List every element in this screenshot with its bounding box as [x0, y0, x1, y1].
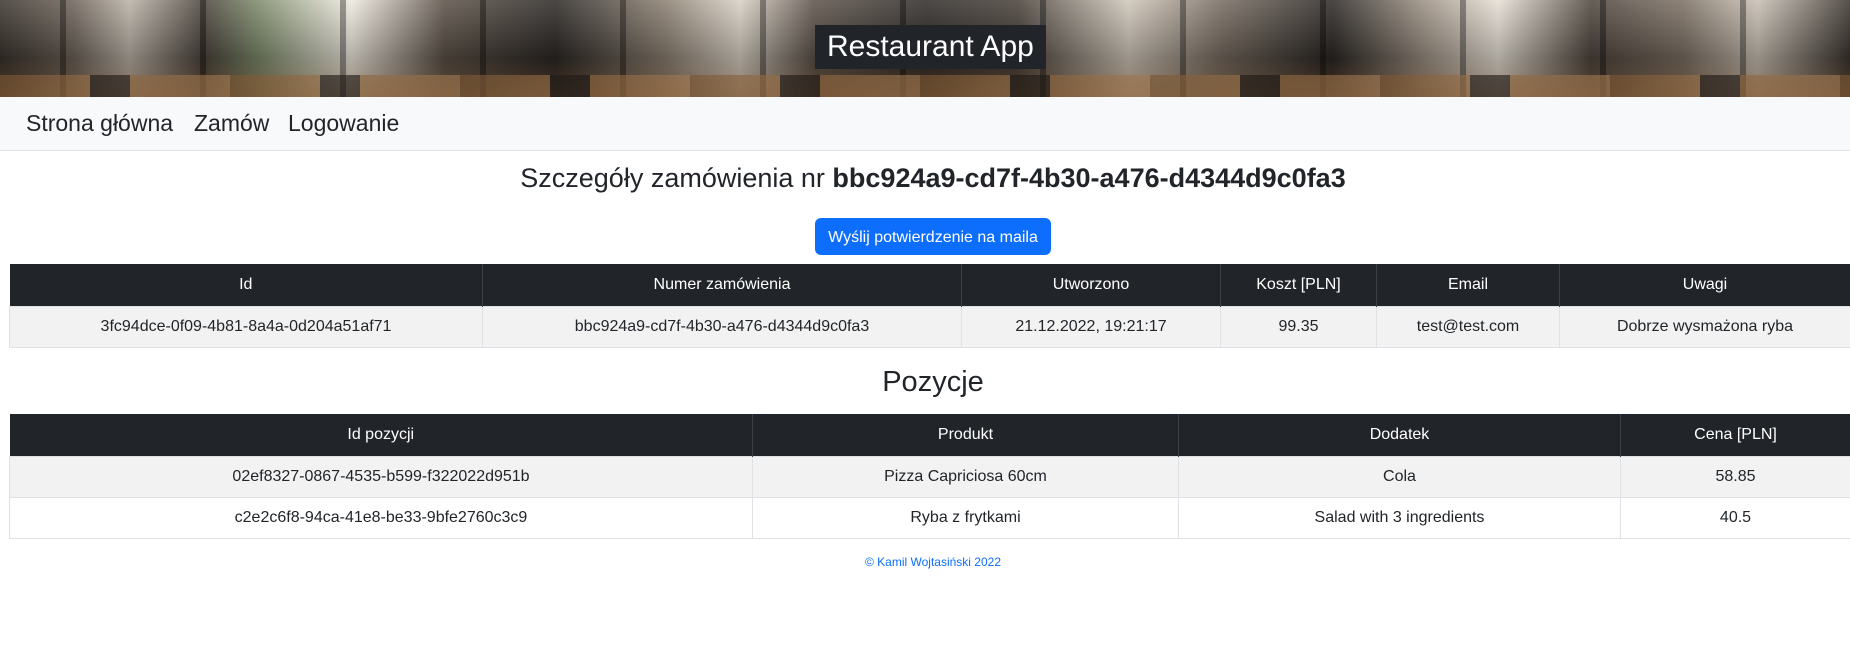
cell-created: 21.12.2022, 19:21:17 — [961, 306, 1221, 348]
table-header-row: Id Numer zamówienia Utworzono Koszt [PLN… — [9, 264, 1850, 307]
footer-copyright: © Kamil Wojtasiński 2022 — [864, 555, 1001, 569]
column-header-product: Produkt — [752, 414, 1179, 457]
cell-product: Pizza Capriciosa 60cm — [752, 456, 1179, 498]
cell-addon: Salad with 3 ingredients — [1178, 497, 1621, 539]
column-header-email: Email — [1376, 264, 1560, 307]
page-title-order-number: bbc924a9-cd7f-4b30-a476-d4344d9c0fa3 — [832, 163, 1346, 193]
cell-addon: Cola — [1178, 456, 1621, 498]
column-header-addon: Dodatek — [1178, 414, 1621, 457]
table-row: 3fc94dce-0f09-4b81-8a4a-0d204a51af71 bbc… — [9, 306, 1850, 348]
cell-order-number: bbc924a9-cd7f-4b30-a476-d4344d9c0fa3 — [482, 306, 962, 348]
column-header-id: Id — [9, 264, 483, 307]
nav-link-login[interactable]: Logowanie — [288, 110, 399, 137]
cell-id: 3fc94dce-0f09-4b81-8a4a-0d204a51af71 — [9, 306, 483, 348]
column-header-cost: Koszt [PLN] — [1220, 264, 1377, 307]
cell-email: test@test.com — [1376, 306, 1560, 348]
column-header-created: Utworzono — [961, 264, 1221, 307]
column-header-position-id: Id pozycji — [9, 414, 753, 457]
page-title-prefix: Szczegóły zamówienia nr — [520, 163, 825, 193]
header-banner: Restaurant App — [0, 0, 1850, 97]
cell-position-id: c2e2c6f8-94ca-41e8-be33-9bfe2760c3c9 — [9, 497, 753, 539]
nav-link-order[interactable]: Zamów — [194, 110, 269, 137]
positions-heading: Pozycje — [882, 366, 984, 398]
send-confirmation-button[interactable]: Wyślij potwierdzenie na maila — [815, 218, 1051, 255]
app-title: Restaurant App — [815, 25, 1046, 69]
cell-product: Ryba z frytkami — [752, 497, 1179, 539]
table-row: c2e2c6f8-94ca-41e8-be33-9bfe2760c3c9 Ryb… — [9, 497, 1850, 539]
cell-price: 40.5 — [1620, 497, 1850, 539]
cell-price: 58.85 — [1620, 456, 1850, 498]
navbar: Strona główna Zamów Logowanie — [0, 97, 1850, 151]
cell-notes: Dobrze wysmażona ryba — [1559, 306, 1850, 348]
column-header-order-number: Numer zamówienia — [482, 264, 962, 307]
cell-cost: 99.35 — [1220, 306, 1377, 348]
positions-table: Id pozycji Produkt Dodatek Cena [PLN] 02… — [9, 414, 1850, 539]
column-header-price: Cena [PLN] — [1620, 414, 1850, 457]
table-row: 02ef8327-0867-4535-b599-f322022d951b Piz… — [9, 456, 1850, 498]
order-details-table: Id Numer zamówienia Utworzono Koszt [PLN… — [9, 264, 1850, 348]
column-header-notes: Uwagi — [1559, 264, 1850, 307]
nav-link-home[interactable]: Strona główna — [26, 110, 173, 137]
page-title: Szczegóły zamówienia nr bbc924a9-cd7f-4b… — [0, 163, 1850, 194]
table-header-row: Id pozycji Produkt Dodatek Cena [PLN] — [9, 414, 1850, 457]
cell-position-id: 02ef8327-0867-4535-b599-f322022d951b — [9, 456, 753, 498]
